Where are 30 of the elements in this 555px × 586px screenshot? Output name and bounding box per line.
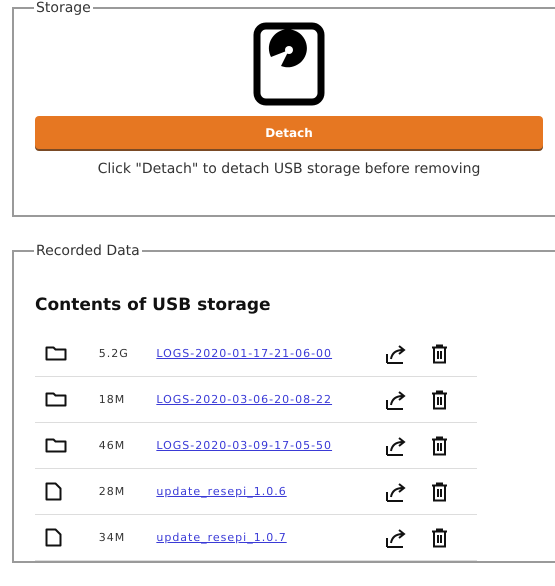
file-icon bbox=[45, 482, 62, 501]
trash-icon[interactable] bbox=[430, 482, 448, 502]
file-size: 28M bbox=[98, 485, 126, 498]
share-icon[interactable] bbox=[384, 482, 408, 502]
panel-legend: Recorded Data bbox=[34, 243, 142, 259]
share-icon[interactable] bbox=[384, 390, 408, 410]
share-icon[interactable] bbox=[384, 344, 408, 364]
file-size: 34M bbox=[98, 531, 126, 544]
hard-drive-icon bbox=[253, 22, 325, 106]
detach-hint: Click "Detach" to detach USB storage before removing bbox=[98, 161, 480, 177]
folder-icon bbox=[45, 346, 67, 361]
file-link[interactable]: update_resepi_1.0.6 bbox=[156, 485, 385, 498]
trash-icon[interactable] bbox=[430, 528, 448, 548]
file-link[interactable]: LOGS-2020-03-09-17-05-50 bbox=[156, 439, 385, 452]
file-size: 5.2G bbox=[98, 347, 130, 360]
folder-icon bbox=[45, 438, 67, 453]
file-link[interactable]: update_resepi_1.0.7 bbox=[156, 531, 385, 544]
contents-heading: Contents of USB storage bbox=[35, 295, 272, 315]
share-icon[interactable] bbox=[384, 528, 408, 548]
trash-icon[interactable] bbox=[430, 344, 448, 364]
file-size: 18M bbox=[98, 393, 126, 406]
trash-icon[interactable] bbox=[430, 390, 448, 410]
folder-icon bbox=[45, 392, 67, 407]
file-link[interactable]: LOGS-2020-03-06-20-08-22 bbox=[156, 393, 385, 406]
file-size: 46M bbox=[98, 439, 126, 452]
file-link[interactable]: LOGS-2020-01-17-21-06-00 bbox=[156, 347, 385, 360]
panel-legend: Storage bbox=[34, 0, 93, 16]
file-icon bbox=[45, 528, 62, 547]
share-icon[interactable] bbox=[384, 436, 408, 456]
trash-icon[interactable] bbox=[430, 436, 448, 456]
